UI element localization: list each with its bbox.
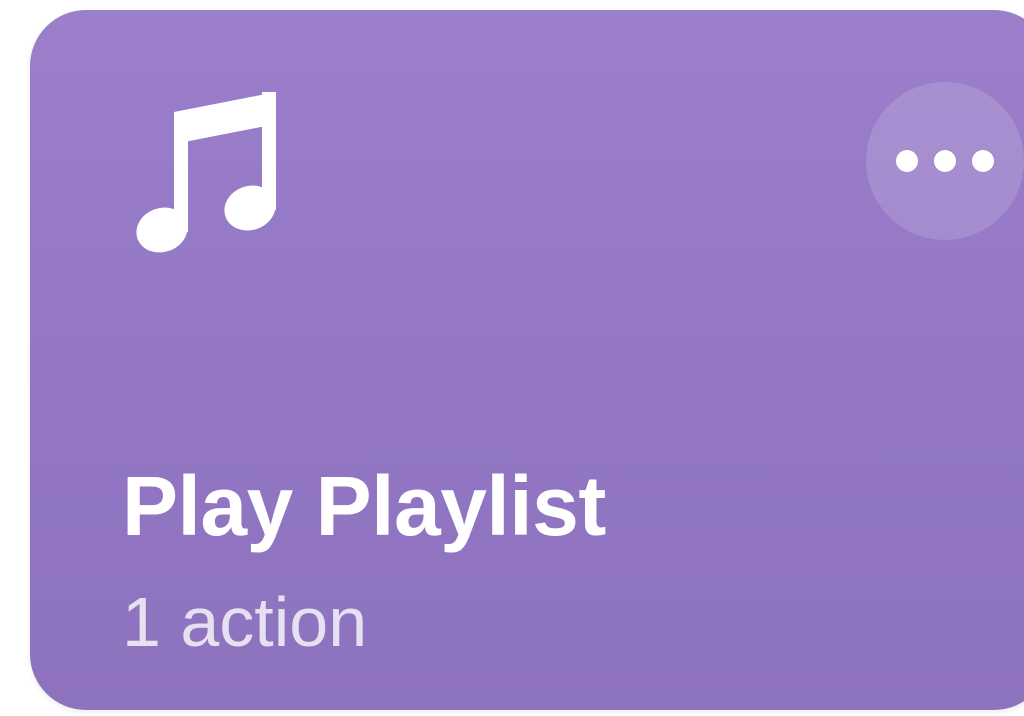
- music-note-icon: [134, 90, 278, 254]
- shortcut-title: Play Playlist: [122, 459, 606, 553]
- ellipsis-icon: [896, 150, 994, 172]
- more-options-button[interactable]: [866, 82, 1024, 240]
- shortcut-card-play-playlist[interactable]: Play Playlist 1 action: [30, 10, 1024, 710]
- action-count: 1 action: [122, 583, 368, 661]
